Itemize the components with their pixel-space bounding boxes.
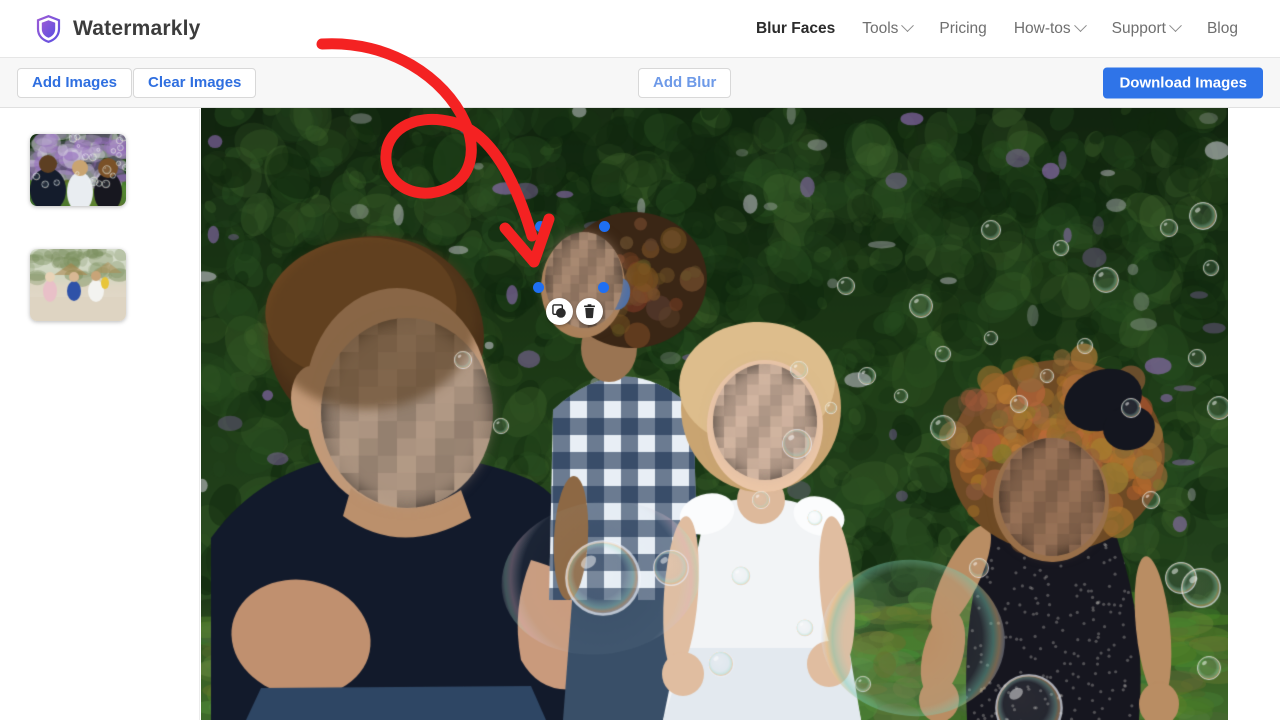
chevron-down-icon: [1073, 19, 1087, 33]
nav-label: Blog: [1206, 19, 1238, 37]
shape-toggle-icon: [552, 304, 567, 319]
brand-logo[interactable]: Watermarkly: [36, 14, 201, 43]
thumbnail-image: [30, 134, 126, 206]
nav-label: Pricing: [939, 19, 987, 37]
chevron-down-icon: [1169, 19, 1182, 33]
editor-toolbar: Add Images Clear Images Add Blur Downloa…: [0, 58, 1280, 108]
nav-label: Blur Faces: [755, 19, 836, 37]
shield-icon: [36, 14, 61, 43]
thumbnail-item-2[interactable]: [30, 249, 126, 321]
nav-label: Tools: [862, 19, 899, 37]
handle-top-left[interactable]: [535, 221, 546, 232]
nav-item-how-tos[interactable]: How-tos: [1013, 19, 1087, 38]
download-images-button[interactable]: Download Images: [1103, 67, 1263, 98]
thumbnail-sidebar: [0, 109, 200, 720]
clear-images-button[interactable]: Clear Images: [133, 67, 257, 98]
nav-item-tools[interactable]: Tools: [862, 19, 915, 38]
add-blur-button[interactable]: Add Blur: [638, 67, 732, 98]
nav-item-pricing[interactable]: Pricing: [939, 20, 986, 38]
nav-label: How-tos: [1013, 19, 1071, 37]
nav-label: Support: [1111, 19, 1166, 37]
thumbnail-item-1[interactable]: [30, 134, 126, 206]
trash-icon: [582, 304, 597, 319]
blur-shape-toggle-button[interactable]: [546, 298, 573, 325]
handle-top-right[interactable]: [599, 221, 610, 232]
brand-name: Watermarkly: [73, 16, 201, 40]
site-header: Watermarkly Blur Faces Tools Pricing How…: [0, 0, 1280, 58]
main-navigation: Blur Faces Tools Pricing How-tos Support…: [756, 19, 1238, 38]
add-images-button[interactable]: Add Images: [17, 67, 133, 98]
nav-item-support[interactable]: Support: [1111, 19, 1182, 38]
delete-blur-button[interactable]: [576, 298, 603, 325]
nav-item-blog[interactable]: Blog: [1207, 20, 1238, 38]
photo-image: [201, 108, 1228, 720]
nav-item-blur-faces[interactable]: Blur Faces: [756, 20, 835, 38]
chevron-down-icon: [901, 19, 915, 33]
thumbnail-image: [30, 249, 126, 321]
handle-bottom-left[interactable]: [533, 282, 544, 293]
handle-bottom-right[interactable]: [598, 282, 609, 293]
image-editor-canvas[interactable]: [201, 108, 1228, 720]
